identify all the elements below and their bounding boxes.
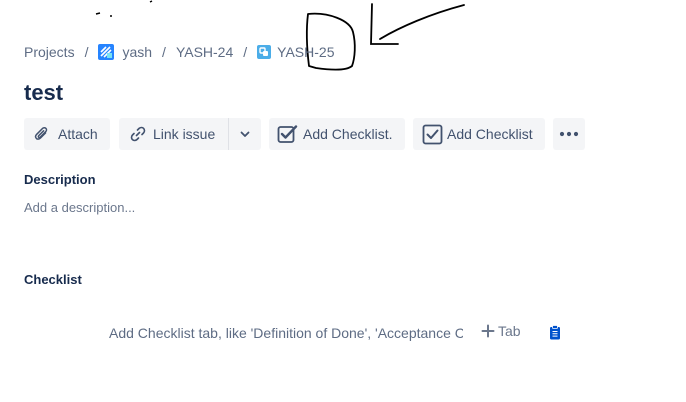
attach-button[interactable]: Attach (24, 118, 110, 150)
paperclip-icon (34, 126, 48, 140)
link-issue-button[interactable]: Link issue (119, 118, 228, 150)
add-tab-label: Tab (498, 323, 521, 339)
breadcrumb-separator: / (243, 44, 248, 60)
project-avatar-icon (98, 44, 115, 60)
link-issue-label: Link issue (153, 126, 216, 142)
checkbox-checked-icon (422, 124, 443, 144)
attach-label: Attach (58, 126, 98, 142)
breadcrumb-projects[interactable]: Projects (24, 44, 75, 60)
add-checklist-dot-label: Add Checklist. (303, 126, 393, 142)
add-checklist-button[interactable]: Add Checklist (413, 118, 545, 150)
breadcrumb-separator: / (84, 44, 89, 60)
checklist-heading: Checklist (24, 272, 82, 287)
clipboard-icon[interactable] (549, 325, 561, 340)
add-checklist-label: Add Checklist (447, 126, 533, 142)
subtask-icon (257, 45, 272, 59)
breadcrumb-parent-issue[interactable]: YASH-24 (176, 44, 233, 60)
breadcrumb-issue-key[interactable]: YASH-25 (277, 44, 334, 60)
more-actions-button[interactable] (553, 118, 585, 150)
link-issue-dropdown-button[interactable] (228, 118, 261, 150)
issue-title[interactable]: test (24, 80, 63, 106)
chevron-down-icon (240, 131, 250, 137)
description-heading: Description (24, 172, 96, 187)
add-tab-button[interactable]: Tab (481, 323, 521, 339)
breadcrumb: Projects / yash / YASH-24 / YASH-25 (24, 43, 334, 61)
link-icon (130, 126, 146, 142)
checklist-checkbox-icon (277, 125, 298, 143)
breadcrumb-project[interactable]: yash (122, 44, 152, 60)
add-checklist-dot-button[interactable]: Add Checklist. (269, 118, 405, 150)
ellipsis-icon (559, 131, 579, 137)
plus-icon (481, 324, 495, 338)
description-placeholder[interactable]: Add a description... (24, 200, 135, 215)
breadcrumb-separator: / (162, 44, 166, 60)
checklist-tab-input[interactable] (109, 324, 463, 342)
